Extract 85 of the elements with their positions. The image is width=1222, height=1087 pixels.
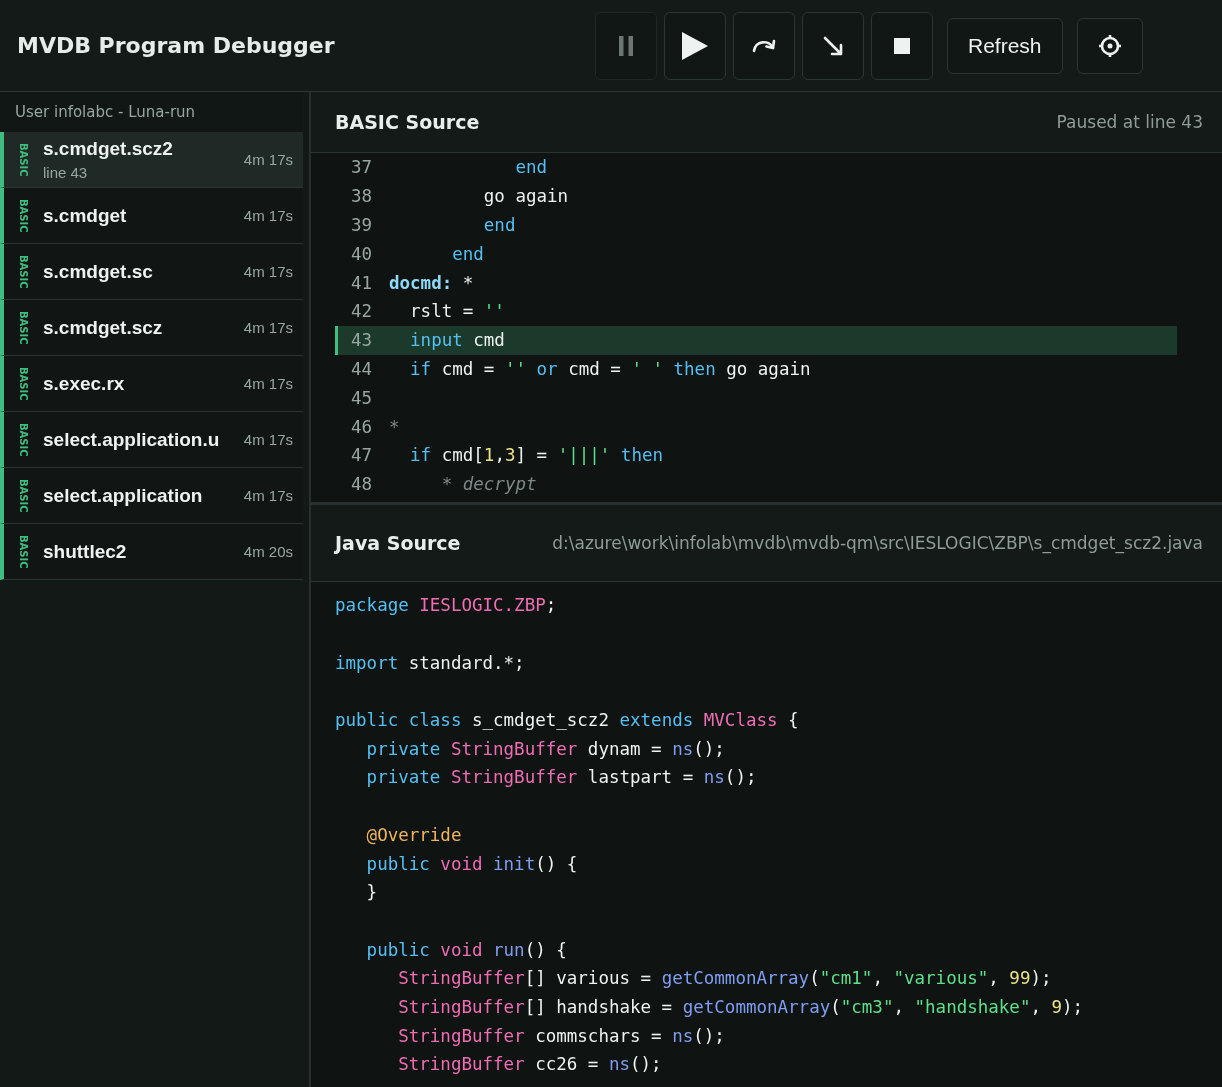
line-number: 45	[350, 387, 374, 408]
code-text: go again	[482, 186, 569, 207]
language-tag: BASIC	[18, 478, 28, 513]
program-item[interactable]: BASIC select.application.u 4m 17s	[0, 412, 303, 468]
code-text: if cmd[1,3] = '|||' then	[409, 445, 663, 466]
elapsed-time: 4m 17s	[243, 431, 293, 448]
language-tag: BASIC	[18, 198, 28, 233]
code-text: *	[389, 416, 400, 437]
code-text: input cmd	[409, 330, 505, 351]
line-number: 46	[350, 416, 374, 437]
program-name: shuttlec2	[43, 540, 128, 563]
code-text: @Override	[365, 824, 462, 845]
code-text: StringBuffer[] various = getCommonArray("cm1", "various", 99);	[397, 968, 1052, 989]
code-text: end	[514, 157, 548, 178]
elapsed-time: 4m 17s	[243, 375, 293, 392]
step-into-button[interactable]	[802, 11, 864, 80]
settings-icon	[1097, 33, 1122, 58]
app-title: MVDB Program Debugger	[17, 33, 336, 58]
language-tag: BASIC	[18, 142, 28, 177]
program-name: s.cmdget.scz	[43, 316, 164, 339]
line-number: 39	[350, 215, 374, 235]
program-name: s.cmdget.sc	[43, 260, 154, 283]
code-text: }	[365, 882, 378, 903]
language-tag: BASIC	[18, 254, 28, 289]
language-tag: BASIC	[18, 422, 28, 457]
stop-button[interactable]	[871, 11, 933, 80]
program-item[interactable]: BASIC shuttlec2 4m 20s	[0, 524, 303, 580]
language-tag: BASIC	[18, 310, 28, 345]
code-text: private StringBuffer dynam = ns();	[365, 738, 725, 759]
elapsed-time: 4m 17s	[243, 263, 293, 280]
play-icon	[682, 31, 708, 60]
pause-icon	[619, 35, 633, 56]
file-path: d:\azure\work\infolab\mvdb\mvdb-qm\src\IESLOGIC\ZBP\s_cmdget_scz2.java	[552, 533, 1203, 553]
debug-status: Paused at line 43	[1056, 112, 1203, 132]
settings-button[interactable]	[1076, 17, 1143, 74]
panel-title: BASIC Source	[335, 111, 480, 133]
line-number: 41	[350, 272, 374, 293]
play-button[interactable]	[664, 11, 726, 80]
code-text: docmd: *	[389, 272, 474, 293]
code-text: StringBuffer[] handshake = getCommonArray("cm3", "handshake", 9);	[397, 996, 1084, 1017]
program-item[interactable]: BASIC s.exec.rx 4m 17s	[0, 356, 303, 412]
code-text: * decrypt	[440, 474, 537, 495]
diagonal-arrow-icon	[823, 35, 843, 56]
program-item[interactable]: BASIC s.cmdget 4m 17s	[0, 188, 303, 244]
program-name: s.exec.rx	[43, 372, 126, 395]
elapsed-time: 4m 17s	[243, 487, 293, 504]
code-text: rslt = ''	[409, 301, 505, 322]
line-number: 42	[350, 301, 374, 322]
elapsed-time: 4m 20s	[243, 543, 293, 560]
panel-title: Java Source	[335, 532, 461, 554]
line-number: 37	[350, 157, 374, 178]
code-text: import standard.*;	[335, 652, 525, 673]
program-name: select.application.u	[43, 428, 221, 451]
line-number: 47	[350, 445, 374, 466]
code-text: end	[482, 215, 516, 235]
refresh-button[interactable]: Refresh	[947, 17, 1063, 74]
code-text: StringBuffer cc26 = ns();	[397, 1054, 662, 1075]
program-name: s.cmdget	[43, 204, 128, 227]
elapsed-time: 4m 17s	[243, 207, 293, 224]
line-number: 40	[350, 243, 374, 264]
code-text: private StringBuffer lastpart = ns();	[365, 767, 757, 788]
program-line: line 43	[43, 164, 89, 181]
language-tag: BASIC	[18, 366, 28, 401]
code-text: StringBuffer commschars = ns();	[397, 1025, 725, 1046]
language-tag: BASIC	[18, 534, 28, 569]
code-text: public class s_cmdget_scz2 extends MVClass {	[335, 710, 799, 731]
elapsed-time: 4m 17s	[243, 151, 293, 168]
code-text: package IESLOGIC.ZBP;	[335, 595, 557, 616]
elapsed-time: 4m 17s	[243, 319, 293, 336]
step-over-button[interactable]	[733, 11, 795, 80]
program-item[interactable]: BASIC s.cmdget.sc 4m 17s	[0, 244, 303, 300]
curved-arrow-icon	[752, 37, 776, 54]
code-text: public void run() {	[365, 939, 567, 960]
line-number: 43	[350, 330, 374, 351]
program-name: s.cmdget.scz2	[43, 138, 174, 160]
code-text: end	[451, 243, 484, 264]
program-name: select.application	[43, 484, 204, 507]
stop-icon	[894, 37, 910, 54]
program-item[interactable]: BASIC s.cmdget.scz 4m 17s	[0, 300, 303, 356]
line-number: 38	[350, 186, 374, 207]
code-text: public void init() {	[365, 853, 578, 874]
code-text: if cmd = '' or cmd = ' ' then go again	[409, 358, 811, 379]
line-number: 48	[350, 474, 374, 495]
program-item[interactable]: BASIC select.application 4m 17s	[0, 468, 303, 524]
line-number: 44	[350, 358, 374, 379]
